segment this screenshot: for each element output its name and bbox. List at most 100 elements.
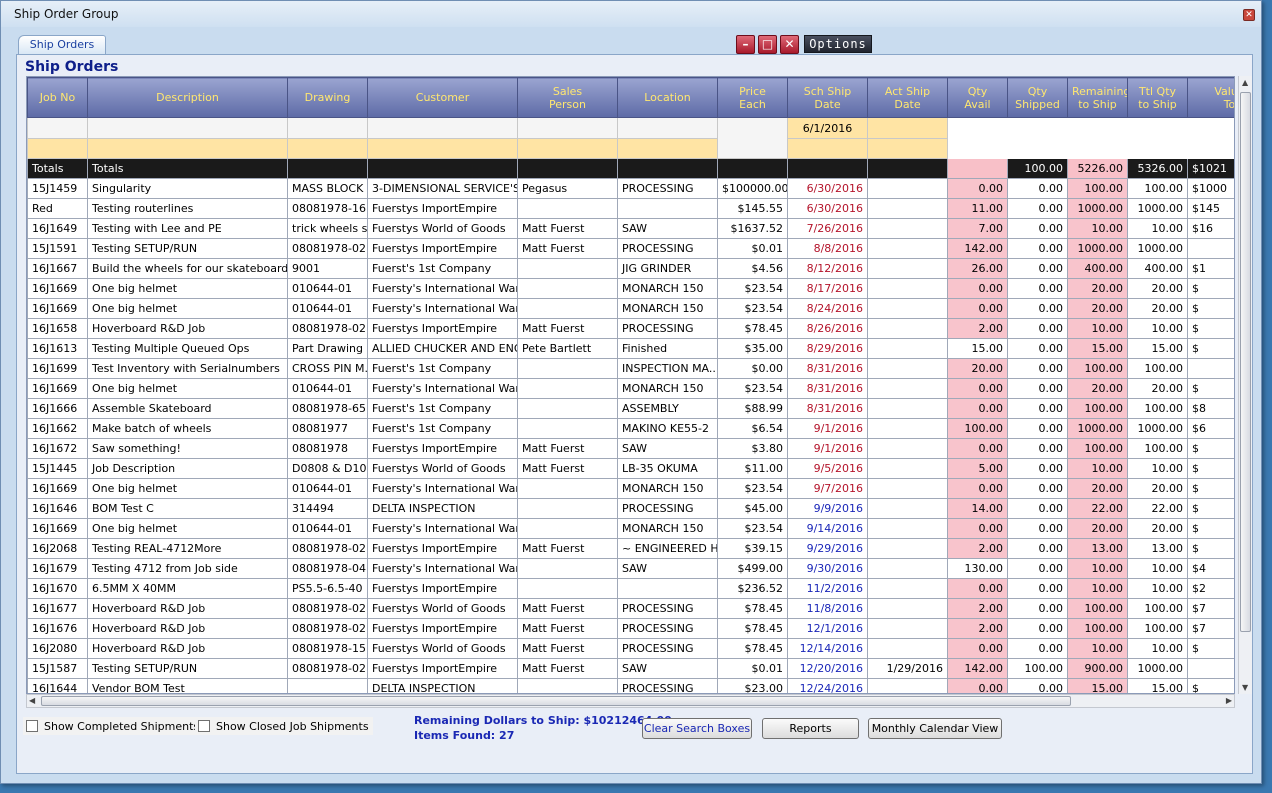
- clear-search-boxes-button[interactable]: Clear Search Boxes: [642, 718, 752, 739]
- horizontal-scroll-thumb[interactable]: [41, 696, 1071, 706]
- table-row[interactable]: 16J1669 One big helmet 010644-01 Fuersty's …: [27, 378, 1234, 399]
- qty-shipped-cell: 0.00: [1007, 298, 1068, 319]
- table-row[interactable]: 16J1666Assemble Skateboard08081978-65...…: [27, 398, 1234, 419]
- location-cell: ~ ENGINEERED H...: [617, 538, 718, 559]
- column-header[interactable]: Act Ship Date: [867, 77, 948, 118]
- act-date-from-filter[interactable]: [867, 117, 948, 139]
- price-search[interactable]: [717, 117, 788, 159]
- table-row[interactable]: 15J1445 Job Description D0808 & D100 Fuerst…: [27, 458, 1234, 479]
- location-search[interactable]: [617, 117, 718, 139]
- description-search[interactable]: [87, 117, 288, 139]
- customer-cell: Fuerstys ImportEmpire: [367, 238, 518, 259]
- table-row[interactable]: 16J1613 Testing Multiple Queued Ops Part D…: [27, 338, 1234, 359]
- table-row[interactable]: 16J1676 Hoverboard R&D Job 08081978-02 Fuer…: [27, 618, 1234, 639]
- column-header[interactable]: Price Each: [717, 77, 788, 118]
- location-filter[interactable]: [617, 138, 718, 159]
- job-no-search[interactable]: [27, 117, 88, 139]
- column-header[interactable]: Qty Shipped: [1007, 77, 1068, 118]
- show-closed-toggle[interactable]: Show Closed Job Shipments: [195, 717, 373, 735]
- customer-cell: Fuerstys ImportEmpire: [367, 318, 518, 339]
- window-close-icon[interactable]: ✕: [1243, 9, 1255, 21]
- vertical-scrollbar[interactable]: ▲ ▼: [1238, 76, 1252, 694]
- scroll-up-icon[interactable]: ▲: [1242, 78, 1248, 87]
- scroll-right-icon[interactable]: ▶: [1226, 696, 1232, 705]
- job-no-cell: 16J1669: [27, 378, 88, 399]
- column-header[interactable]: Customer: [367, 77, 518, 118]
- job-no-filter[interactable]: [27, 138, 88, 159]
- vertical-scroll-thumb[interactable]: [1240, 92, 1251, 632]
- table-row[interactable]: 16J1669 One big helmet 010644-01 Fuersty's …: [27, 298, 1234, 319]
- sales-person-search[interactable]: [517, 117, 618, 139]
- table-row[interactable]: 16J1679 Testing 4712 from Job side 0808197…: [27, 558, 1234, 579]
- options-button[interactable]: Options: [804, 35, 872, 53]
- description-filter[interactable]: [87, 138, 288, 159]
- drawing-search[interactable]: [287, 117, 368, 139]
- act-date-to-filter[interactable]: [867, 138, 948, 159]
- horizontal-scrollbar[interactable]: ◀ ▶: [26, 694, 1235, 708]
- qty-avail-cell: 7.00: [947, 218, 1008, 239]
- customer-cell: Fuerstys ImportEmpire: [367, 618, 518, 639]
- column-header[interactable]: Ttl Qty to Ship: [1127, 77, 1188, 118]
- column-header[interactable]: ValueTo: [1187, 77, 1234, 118]
- table-row[interactable]: 15J1587 Testing SETUP/RUN 08081978-02 Fuers…: [27, 658, 1234, 679]
- show-closed-checkbox[interactable]: [198, 720, 210, 732]
- table-row[interactable]: 16J2080 Hoverboard R&D Job 08081978-15 Fuer…: [27, 638, 1234, 659]
- remaining-cell: 20.00: [1067, 518, 1128, 539]
- table-row[interactable]: 16J1646 BOM Test C 314494 DELTA INSPECTION P…: [27, 498, 1234, 519]
- column-header[interactable]: Sch Ship Date: [787, 77, 868, 118]
- show-completed-toggle[interactable]: Show Completed Shipments: [23, 717, 204, 735]
- remaining-cell: 22.00: [1067, 498, 1128, 519]
- table-row[interactable]: 16J1670 6.5MM X 40MM PS5.5-6.5-40 Fuerstys …: [27, 578, 1234, 599]
- scroll-left-icon[interactable]: ◀: [29, 696, 35, 705]
- table-row[interactable]: 16J1649 Testing with Lee and PE trick whee…: [27, 218, 1234, 239]
- monthly-calendar-view-button[interactable]: Monthly Calendar View: [868, 718, 1002, 739]
- table-row[interactable]: 16J2068 Testing REAL-4712More 08081978-02 F…: [27, 538, 1234, 559]
- sales-person-filter[interactable]: [517, 138, 618, 159]
- column-header[interactable]: Qty Avail: [947, 77, 1008, 118]
- table-row[interactable]: 16J1672 Saw something! 08081978 Fuerstys Im…: [27, 438, 1234, 459]
- table-row[interactable]: 16J1658 Hoverboard R&D Job 08081978-02 Fuer…: [27, 318, 1234, 339]
- tab-ship-orders[interactable]: Ship Orders: [18, 35, 106, 54]
- column-header[interactable]: Remaining to Ship: [1067, 77, 1128, 118]
- column-header[interactable]: Description: [87, 77, 288, 118]
- sch-ship-date-cell: 8/31/2016: [787, 378, 868, 399]
- sales-person-cell: [517, 358, 618, 379]
- ttl-qty-cell: 400.00: [1127, 258, 1188, 279]
- customer-cell: Fuerstys ImportEmpire: [367, 438, 518, 459]
- column-header[interactable]: Sales Person: [517, 77, 618, 118]
- table-row[interactable]: 16J1667 Build the wheels for our skateboa…: [27, 258, 1234, 279]
- table-row[interactable]: 15J1459 Singularity MASS BLOCK 3-DIMENSIONA…: [27, 178, 1234, 199]
- customer-search[interactable]: [367, 117, 518, 139]
- act-ship-date-cell: [867, 358, 948, 379]
- value-cell: [1187, 358, 1234, 379]
- drawing-cell: [287, 678, 368, 693]
- table-row[interactable]: 16J1644 Vendor BOM Test DELTA INSPECTION PR…: [27, 678, 1234, 693]
- drawing-cell: 08081978-65...: [287, 398, 368, 419]
- drawing-filter[interactable]: [287, 138, 368, 159]
- column-header[interactable]: Job No: [27, 77, 88, 118]
- reports-button[interactable]: Reports: [762, 718, 859, 739]
- table-row[interactable]: Red Testing routerlines 08081978-16 Fuersty…: [27, 198, 1234, 219]
- show-completed-checkbox[interactable]: [26, 720, 38, 732]
- act-ship-date-cell: [867, 398, 948, 419]
- column-header[interactable]: Drawing: [287, 77, 368, 118]
- table-row[interactable]: 16J1669 One big helmet 010644-01 Fuersty's …: [27, 518, 1234, 539]
- table-row[interactable]: 16J1669 One big helmet 010644-01 Fuersty's …: [27, 278, 1234, 299]
- date-to-filter[interactable]: [787, 138, 868, 159]
- close-button[interactable]: ✕: [780, 35, 799, 54]
- table-row[interactable]: 16J1699 Test Inventory with Serialnumbers…: [27, 358, 1234, 379]
- location-cell: PROCESSING: [617, 178, 718, 199]
- minimize-button[interactable]: –: [736, 35, 755, 54]
- table-row[interactable]: 16J1677 Hoverboard R&D Job 08081978-02 Fuer…: [27, 598, 1234, 619]
- date-from-filter[interactable]: 6/1/2016: [787, 117, 868, 139]
- customer-filter[interactable]: [367, 138, 518, 159]
- column-header[interactable]: Location: [617, 77, 718, 118]
- qty-shipped-cell: 0.00: [1007, 638, 1068, 659]
- table-row[interactable]: 16J1669 One big helmet 010644-01 Fuersty's …: [27, 478, 1234, 499]
- table-row[interactable]: 15J1591 Testing SETUP/RUN 08081978-02 Fuers…: [27, 238, 1234, 259]
- scroll-down-icon[interactable]: ▼: [1242, 683, 1248, 692]
- table-row[interactable]: 16J1662 Make batch of wheels 08081977 Fuers…: [27, 418, 1234, 439]
- ttl-qty-cell: 10.00: [1127, 638, 1188, 659]
- restore-button[interactable]: □: [758, 35, 777, 54]
- description-cell: One big helmet: [87, 518, 288, 539]
